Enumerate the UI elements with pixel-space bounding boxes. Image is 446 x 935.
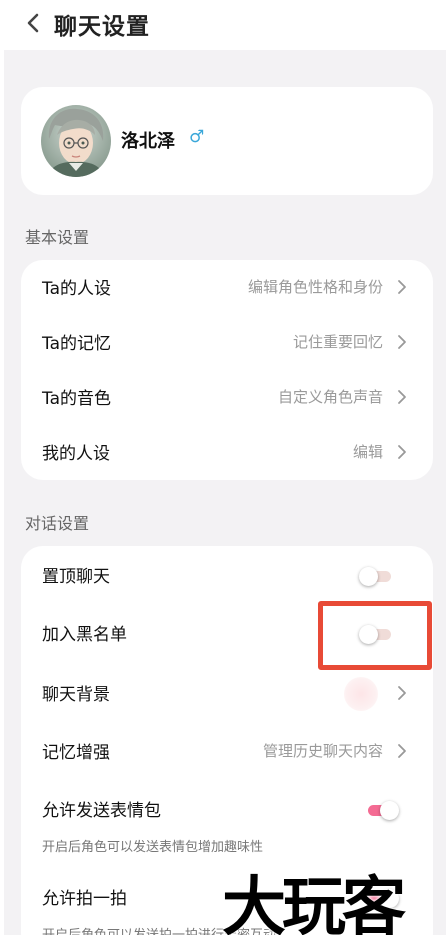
chevron-right-icon bbox=[398, 686, 406, 700]
chat-background-preview bbox=[344, 677, 378, 711]
watermark: 大玩客 bbox=[222, 870, 406, 935]
row-allow-stickers: 允许发送表情包 bbox=[21, 782, 433, 837]
settings-content: 洛北泽 ♂ 基本设置 Ta的人设 编辑角色性格和身份 Ta的记忆 记住重要回忆 … bbox=[4, 50, 446, 935]
row-label: 允许发送表情包 bbox=[42, 801, 161, 821]
chevron-right-icon bbox=[398, 744, 406, 758]
row-label: 置顶聊天 bbox=[42, 567, 110, 587]
chevron-right-icon bbox=[398, 445, 406, 459]
row-label: 聊天背景 bbox=[42, 685, 110, 705]
row-my-persona[interactable]: 我的人设 编辑 bbox=[21, 425, 433, 480]
row-ta-memory[interactable]: Ta的记忆 记住重要回忆 bbox=[21, 315, 433, 370]
row-label: Ta的人设 bbox=[42, 279, 111, 299]
row-label: 我的人设 bbox=[42, 444, 110, 464]
row-ta-persona[interactable]: Ta的人设 编辑角色性格和身份 bbox=[21, 260, 433, 315]
chevron-right-icon bbox=[398, 390, 406, 404]
male-gender-icon: ♂ bbox=[189, 127, 205, 147]
profile-name: 洛北泽 bbox=[121, 131, 175, 152]
top-bar: 聊天设置 bbox=[0, 0, 446, 50]
row-label: Ta的记忆 bbox=[42, 334, 111, 354]
allow-stickers-description: 开启后角色可以发送表情包增加趣味性 bbox=[42, 840, 264, 855]
blacklist-highlight-box bbox=[318, 601, 432, 670]
allow-stickers-toggle[interactable] bbox=[366, 800, 399, 820]
row-value: 管理历史聊天内容 bbox=[262, 742, 383, 760]
avatar[interactable] bbox=[41, 105, 111, 177]
basic-settings-card: Ta的人设 编辑角色性格和身份 Ta的记忆 记住重要回忆 Ta的音色 自定义角色… bbox=[21, 260, 433, 480]
row-chat-background[interactable]: 聊天背景 bbox=[21, 666, 433, 721]
row-label: 加入黑名单 bbox=[42, 625, 127, 645]
chevron-right-icon bbox=[398, 335, 406, 349]
row-label: 允许拍一拍 bbox=[42, 889, 127, 909]
row-value: 记住重要回忆 bbox=[292, 333, 383, 351]
row-pin-chat: 置顶聊天 bbox=[21, 548, 433, 603]
row-label: 记忆增强 bbox=[42, 743, 110, 763]
back-chevron-icon[interactable] bbox=[22, 12, 44, 34]
row-memory-enhance[interactable]: 记忆增强 管理历史聊天内容 bbox=[21, 724, 433, 779]
page-title: 聊天设置 bbox=[54, 14, 150, 40]
section-basic-settings: 基本设置 bbox=[25, 228, 90, 247]
chevron-right-icon bbox=[398, 280, 406, 294]
row-value: 自定义角色声音 bbox=[277, 388, 383, 406]
row-value: 编辑角色性格和身份 bbox=[247, 278, 383, 296]
pin-chat-toggle[interactable] bbox=[359, 566, 391, 586]
row-ta-voice[interactable]: Ta的音色 自定义角色声音 bbox=[21, 370, 433, 425]
section-dialog-settings: 对话设置 bbox=[25, 514, 90, 533]
row-label: Ta的音色 bbox=[42, 389, 111, 409]
profile-card[interactable]: 洛北泽 ♂ bbox=[21, 87, 433, 195]
row-value: 编辑 bbox=[352, 443, 383, 461]
